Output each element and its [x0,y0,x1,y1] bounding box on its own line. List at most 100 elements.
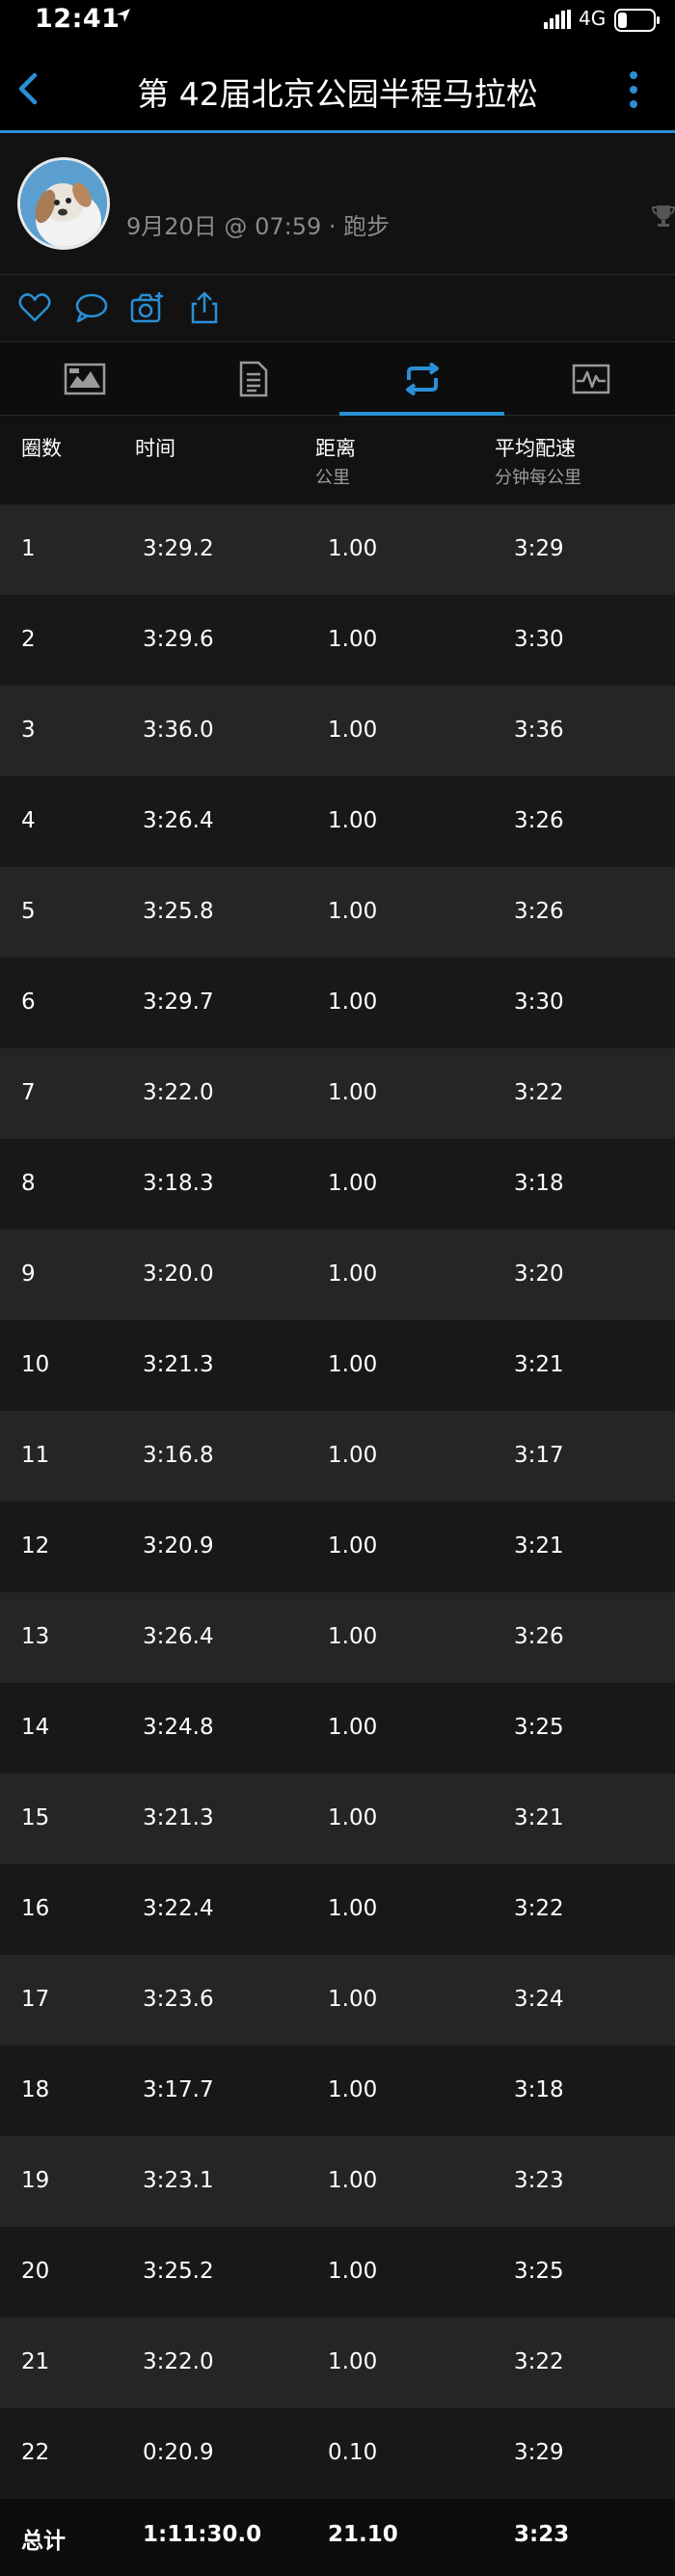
lap-pace: 3:24 [514,1987,564,2012]
lap-number: 19 [21,2168,50,2193]
lap-distance: 1.00 [328,1352,378,1377]
lap-time: 3:29.7 [143,990,214,1015]
lap-distance: 1.00 [328,1261,378,1287]
table-row: 2 3:29.6 1.00 3:30 [0,595,675,686]
table-row: 4 3:26.4 1.00 3:26 [0,776,675,867]
tab-overview[interactable] [0,342,169,416]
lap-distance: 1.00 [328,2349,378,2374]
lap-distance: 1.00 [328,808,378,833]
table-row: 19 3:23.1 1.00 3:23 [0,2136,675,2227]
lap-number: 14 [21,1715,50,1740]
lap-distance: 1.00 [328,2077,378,2102]
table-row: 6 3:29.7 1.00 3:30 [0,958,675,1048]
table-row: 22 0:20.9 0.10 3:29 [0,2408,675,2499]
header-lap-label: 圈数 [21,437,62,460]
table-row: 13 3:26.4 1.00 3:26 [0,1592,675,1683]
table-row: 15 3:21.3 1.00 3:21 [0,1774,675,1864]
avatar[interactable] [17,157,110,250]
lap-time: 3:24.8 [143,1715,214,1740]
action-bar [0,275,675,342]
lap-pace: 3:23 [514,2168,564,2193]
lap-distance: 1.00 [328,1171,378,1196]
like-heart-icon[interactable] [17,290,52,325]
header-distance-unit: 公里 [315,468,350,488]
lap-pace: 3:25 [514,1715,564,1740]
lap-time: 3:26.4 [143,1624,214,1649]
lap-pace: 3:26 [514,899,564,924]
lap-distance: 1.00 [328,1987,378,2012]
laps-table-header: 圈数 时间 距离 公里 平均配速 分钟每公里 [0,416,675,504]
header-distance-label: 距离 [315,437,356,460]
lap-number: 17 [21,1987,50,2012]
header-pace-label: 平均配速 [495,437,576,460]
lap-number: 4 [21,808,36,833]
lap-distance: 1.00 [328,899,378,924]
network-type: 4G [579,7,607,30]
tab-laps[interactable] [338,342,506,416]
table-row: 8 3:18.3 1.00 3:18 [0,1139,675,1230]
table-row: 7 3:22.0 1.00 3:22 [0,1048,675,1139]
table-row: 21 3:22.0 1.00 3:22 [0,2318,675,2408]
activity-meta: 9月20日 @ 07:59 · 跑步 [126,213,391,240]
lap-pace: 3:21 [514,1352,564,1377]
header-lap: 圈数 [21,433,62,462]
lap-distance: 1.00 [328,1080,378,1105]
lap-distance: 1.00 [328,1443,378,1468]
lap-number: 20 [21,2259,50,2284]
lap-time: 3:21.3 [143,1805,214,1830]
lap-distance: 1.00 [328,1624,378,1649]
page-title: 第 42届北京公园半程马拉松 [137,75,538,113]
lap-number: 9 [21,1261,36,1287]
lap-time: 3:23.1 [143,2168,214,2193]
lap-time: 3:16.8 [143,1443,214,1468]
share-icon[interactable] [187,290,222,325]
lap-distance: 1.00 [328,2259,378,2284]
lap-distance: 1.00 [328,2168,378,2193]
back-chevron-icon[interactable] [14,69,42,108]
lap-distance: 1.00 [328,1533,378,1559]
lap-time: 3:26.4 [143,808,214,833]
lap-number: 18 [21,2077,50,2102]
comment-icon[interactable] [74,290,109,325]
lap-distance: 1.00 [328,1715,378,1740]
lap-number: 12 [21,1533,50,1559]
document-icon [239,361,267,397]
lap-pace: 3:22 [514,2349,564,2374]
lap-pace: 3:18 [514,1171,564,1196]
lap-number: 1 [21,536,36,561]
lap-number: 13 [21,1624,50,1649]
total-label: 总计 [21,2529,66,2554]
lap-number: 11 [21,1443,50,1468]
lap-time: 3:22.0 [143,2349,214,2374]
lap-time: 3:20.0 [143,1261,214,1287]
lap-pace: 3:20 [514,1261,564,1287]
lap-pace: 3:22 [514,1080,564,1105]
more-vertical-icon[interactable] [625,69,642,110]
table-row: 9 3:20.0 1.00 3:20 [0,1230,675,1320]
add-photo-icon[interactable] [130,290,165,325]
nav-bar: 第 42届北京公园半程马拉松 [0,42,675,133]
lap-pace: 3:36 [514,718,564,743]
laps-table-body: 1 3:29.2 1.00 3:29 2 3:29.6 1.00 3:30 3 3:36.0 1… [0,504,675,2499]
lap-pace: 3:25 [514,2259,564,2284]
lap-number: 3 [21,718,36,743]
trophy-icon[interactable] [652,203,675,229]
location-arrow-icon [117,9,130,22]
table-row: 5 3:25.8 1.00 3:26 [0,867,675,958]
total-distance: 21.10 [328,2522,398,2547]
lap-time: 3:25.8 [143,899,214,924]
loop-arrow-icon [405,363,439,395]
dog-avatar-icon [20,160,107,247]
chart-image-icon [64,363,105,395]
status-time: 12:41 [35,4,121,34]
lap-pace: 3:29 [514,536,564,561]
tab-charts[interactable] [506,342,675,416]
tab-details[interactable] [169,342,338,416]
header-time: 时间 [135,433,176,462]
lap-time: 3:25.2 [143,2259,214,2284]
table-row: 14 3:24.8 1.00 3:25 [0,1683,675,1774]
lap-number: 16 [21,1896,50,1921]
lap-distance: 1.00 [328,1896,378,1921]
lap-pace: 3:29 [514,2440,564,2465]
header-pace-unit: 分钟每公里 [495,468,581,488]
